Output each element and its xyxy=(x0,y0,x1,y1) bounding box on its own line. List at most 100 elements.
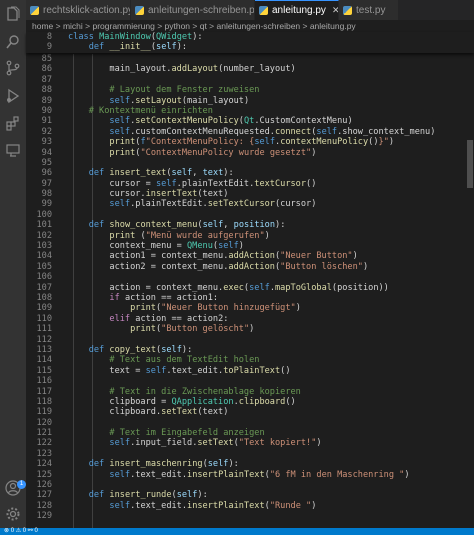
code-text[interactable]: def copy_text(self): xyxy=(68,345,193,355)
code-line[interactable]: 124 def insert_maschenring(self): xyxy=(26,459,466,469)
code-line[interactable]: 96 def insert_text(self, text): xyxy=(26,168,466,178)
code-line[interactable]: 129 xyxy=(26,511,466,521)
code-line[interactable]: 85 xyxy=(26,54,466,64)
code-text[interactable]: action = context_menu.exec(self.mapToGlo… xyxy=(68,283,388,293)
code-line[interactable]: 120 xyxy=(26,418,466,428)
code-line[interactable]: 109 print("Neuer Button hinzugefügt") xyxy=(26,303,466,313)
code-line[interactable]: 9 def __init__(self): xyxy=(26,42,474,52)
code-line[interactable]: 107 action = context_menu.exec(self.mapT… xyxy=(26,283,466,293)
code-line[interactable]: 91 self.setContextMenuPolicy(Qt.CustomCo… xyxy=(26,116,466,126)
code-line[interactable]: 95 xyxy=(26,158,466,168)
code-line[interactable]: 89 self.setLayout(main_layout) xyxy=(26,96,466,106)
code-line[interactable]: 115 text = self.text_edit.toPlainText() xyxy=(26,366,466,376)
run-debug-icon[interactable] xyxy=(5,88,21,104)
code-line[interactable]: 97 cursor = self.plainTextEdit.textCurso… xyxy=(26,179,466,189)
code-text[interactable]: context_menu = QMenu(self) xyxy=(68,241,244,251)
settings-icon[interactable] xyxy=(5,506,21,522)
code-line[interactable]: 116 xyxy=(26,376,466,386)
search-icon[interactable] xyxy=(5,34,21,50)
code-line[interactable]: 103 context_menu = QMenu(self) xyxy=(26,241,466,251)
code-text[interactable]: clipboard = QApplication.clipboard() xyxy=(68,397,295,407)
explorer-icon[interactable] xyxy=(5,6,21,22)
code-text[interactable]: print("Neuer Button hinzugefügt") xyxy=(68,303,301,313)
code-line[interactable]: 128 self.text_edit.insertPlainText("Rund… xyxy=(26,501,466,511)
code-text[interactable]: cursor.insertText(text) xyxy=(68,189,228,199)
code-line[interactable]: 86 main_layout.addLayout(number_layout) xyxy=(26,64,466,74)
code-text[interactable]: # Text aus dem TextEdit holen xyxy=(68,355,259,365)
code-text[interactable]: if action == action1: xyxy=(68,293,218,303)
breadcrumb[interactable]: home > michi > programmierung > python >… xyxy=(26,20,474,32)
code-line[interactable]: 102 print ("Menü wurde aufgerufen") xyxy=(26,231,466,241)
code-line[interactable]: 126 xyxy=(26,480,466,490)
code-line[interactable]: 104 action1 = context_menu.addAction("Ne… xyxy=(26,251,466,261)
code-line[interactable]: 88 # Layout dem Fenster zuweisen xyxy=(26,85,466,95)
code-line[interactable]: 99 self.plainTextEdit.setTextCursor(curs… xyxy=(26,199,466,209)
code-line[interactable]: 113 def copy_text(self): xyxy=(26,345,466,355)
code-line[interactable]: 106 xyxy=(26,272,466,282)
code-text[interactable]: action2 = context_menu.addAction("Button… xyxy=(68,262,368,272)
code-line[interactable]: 105 action2 = context_menu.addAction("Bu… xyxy=(26,262,466,272)
code-text[interactable]: print ("Menü wurde aufgerufen") xyxy=(68,231,269,241)
code-line[interactable]: 121 # Text im Eingabefeld anzeigen xyxy=(26,428,466,438)
code-line[interactable]: 118 clipboard = QApplication.clipboard() xyxy=(26,397,466,407)
code-line[interactable]: 125 self.text_edit.insertPlainText("6 fM… xyxy=(26,470,466,480)
code-text[interactable]: def insert_text(self, text): xyxy=(68,168,234,178)
code-line[interactable]: 111 print("Button gelöscht") xyxy=(26,324,466,334)
code-text[interactable]: self.text_edit.insertPlainText("6 fM in … xyxy=(68,470,409,480)
code-line[interactable]: 123 xyxy=(26,449,466,459)
code-line[interactable]: 98 cursor.insertText(text) xyxy=(26,189,466,199)
code-line[interactable]: 87 xyxy=(26,75,466,85)
code-text[interactable]: # Text im Eingabefeld anzeigen xyxy=(68,428,264,438)
code-text[interactable]: text = self.text_edit.toPlainText() xyxy=(68,366,290,376)
code-text[interactable]: self.input_field.setText("Text kopiert!"… xyxy=(68,438,321,448)
scrollbar-thumb[interactable] xyxy=(467,140,473,188)
code-text[interactable]: self.setContextMenuPolicy(Qt.CustomConte… xyxy=(68,116,352,126)
code-text[interactable]: def __init__(self): xyxy=(68,42,187,52)
code-line[interactable]: 119 clipboard.setText(text) xyxy=(26,407,466,417)
code-line[interactable]: 122 self.input_field.setText("Text kopie… xyxy=(26,438,466,448)
code-line[interactable]: 101 def show_context_menu(self, position… xyxy=(26,220,466,230)
code-text[interactable]: def insert_maschenring(self): xyxy=(68,459,239,469)
code-line[interactable]: 92 self.customContextMenuRequested.conne… xyxy=(26,127,466,137)
code-text[interactable]: # Text in die Zwischenablage kopieren xyxy=(68,387,300,397)
tab-anleitung[interactable]: anleitung.py ✕ xyxy=(255,0,339,20)
code-text[interactable]: cursor = self.plainTextEdit.textCursor() xyxy=(68,179,316,189)
code-line[interactable]: 94 print("ContextMenuPolicy wurde gesetz… xyxy=(26,148,466,158)
code-line[interactable]: 117 # Text in die Zwischenablage kopiere… xyxy=(26,387,466,397)
code-line[interactable]: 112 xyxy=(26,335,466,345)
code-text[interactable]: action1 = context_menu.addAction("Neuer … xyxy=(68,251,357,261)
code-line[interactable]: 93 print(f"ContextMenuPolicy: {self.cont… xyxy=(26,137,466,147)
code-line[interactable]: 8 class MainWindow(QWidget): xyxy=(26,32,474,42)
code-line[interactable]: 110 elif action == action2: xyxy=(26,314,466,324)
code-text[interactable]: # Layout dem Fenster zuweisen xyxy=(68,85,259,95)
code-text[interactable]: print(f"ContextMenuPolicy: {self.context… xyxy=(68,137,394,147)
code-text[interactable]: clipboard.setText(text) xyxy=(68,407,228,417)
code-text[interactable]: # Kontextmenü einrichten xyxy=(68,106,213,116)
code-text[interactable]: self.text_edit.insertPlainText("Runde ") xyxy=(68,501,316,511)
code-line[interactable]: 127 def insert_runde(self): xyxy=(26,490,466,500)
tab-test[interactable]: test.py xyxy=(339,0,399,20)
code-text[interactable]: def show_context_menu(self, position): xyxy=(68,220,286,230)
remote-icon[interactable] xyxy=(5,142,21,158)
code-text[interactable]: elif action == action2: xyxy=(68,314,228,324)
code-text[interactable]: def insert_runde(self): xyxy=(68,490,208,500)
source-control-icon[interactable] xyxy=(5,60,21,76)
code-text[interactable]: self.plainTextEdit.setTextCursor(cursor) xyxy=(68,199,316,209)
code-text[interactable]: self.customContextMenuRequested.connect(… xyxy=(68,127,435,137)
close-icon[interactable]: ✕ xyxy=(332,5,338,16)
code-text[interactable]: self.setLayout(main_layout) xyxy=(68,96,249,106)
code-line[interactable]: 108 if action == action1: xyxy=(26,293,466,303)
code-text[interactable]: class MainWindow(QWidget): xyxy=(68,32,203,42)
code-line[interactable]: 90 # Kontextmenü einrichten xyxy=(26,106,466,116)
code-editor[interactable]: 85 86 main_layout.addLayout(number_layout… xyxy=(26,54,466,528)
tab-rechtsklick-action[interactable]: rechtsklick-action.py xyxy=(26,0,131,20)
status-bar[interactable]: ⊗ 0 ⚠ 0 ⚯ 0 xyxy=(0,528,474,535)
extensions-icon[interactable] xyxy=(5,116,21,132)
code-text[interactable]: print("Button gelöscht") xyxy=(68,324,254,334)
vertical-scrollbar[interactable] xyxy=(466,32,474,528)
code-text[interactable]: main_layout.addLayout(number_layout) xyxy=(68,64,295,74)
code-line[interactable]: 114 # Text aus dem TextEdit holen xyxy=(26,355,466,365)
code-text[interactable]: print("ContextMenuPolicy wurde gesetzt") xyxy=(68,148,316,158)
tab-anleitungen-schreiben[interactable]: anleitungen-schreiben.py xyxy=(131,0,255,20)
code-line[interactable]: 100 xyxy=(26,210,466,220)
